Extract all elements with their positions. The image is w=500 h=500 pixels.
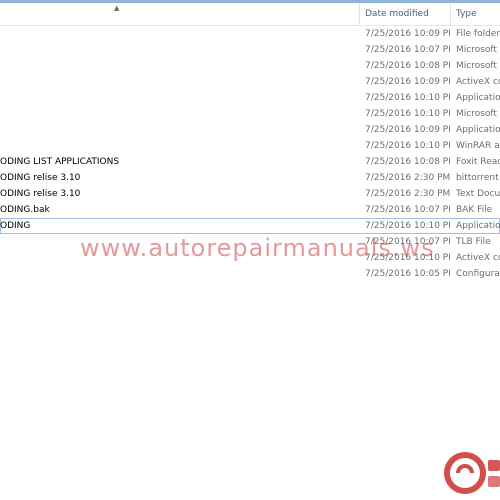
file-type: WinRAR arc xyxy=(456,141,500,151)
watermark-logo-icon xyxy=(444,452,500,494)
file-type: Microsoft A xyxy=(456,109,500,119)
file-name: ODING.bak xyxy=(0,205,50,215)
file-row[interactable]: ODING relise 3.10 7/25/2016 2:30 PM Text D… xyxy=(0,186,500,202)
file-type: Configuratio xyxy=(456,269,500,279)
file-type: Text Docum xyxy=(456,189,500,199)
file-type: ActiveX con xyxy=(456,77,500,87)
file-type: bittorrent U xyxy=(456,173,500,183)
file-type: Application xyxy=(456,93,500,103)
file-row[interactable]: ODING LIST APPLICATIONS 7/25/2016 10:08 P… xyxy=(0,154,500,170)
file-date-modified: 7/25/2016 10:09 PM xyxy=(365,125,450,135)
file-type: File folder xyxy=(456,29,500,39)
file-row[interactable]: 7/25/2016 10:05 PM Configuratio xyxy=(0,266,500,282)
file-row[interactable]: 7/25/2016 10:10 PM Microsoft A xyxy=(0,106,500,122)
file-date-modified: 7/25/2016 10:09 PM xyxy=(365,29,450,39)
file-type: Foxit Reade xyxy=(456,157,500,167)
file-type: BAK File xyxy=(456,205,493,215)
file-date-modified: 7/25/2016 10:05 PM xyxy=(365,269,450,279)
file-date-modified: 7/25/2016 10:07 PM xyxy=(365,205,450,215)
column-divider[interactable] xyxy=(450,3,451,25)
file-date-modified: 7/25/2016 10:10 PM xyxy=(365,221,450,231)
file-name: ODING relise 3.10 xyxy=(0,189,81,199)
file-row[interactable]: ODING 7/25/2016 10:10 PM Application xyxy=(0,218,500,234)
file-row[interactable]: 7/25/2016 10:09 PM File folder xyxy=(0,26,500,42)
file-row[interactable]: ODING.bak 7/25/2016 10:07 PM BAK File xyxy=(0,202,500,218)
file-type: Application xyxy=(456,125,500,135)
file-date-modified: 7/25/2016 10:10 PM xyxy=(365,141,450,151)
file-row[interactable]: ODING relise 3.10 7/25/2016 2:30 PM bittor… xyxy=(0,170,500,186)
watermark-text: www.autorepairmanuals.ws xyxy=(80,234,435,262)
column-header-bar: ▲ Date modified Type xyxy=(0,3,500,26)
file-row[interactable]: 7/25/2016 10:09 PM ActiveX con xyxy=(0,74,500,90)
file-name: ODING xyxy=(0,221,31,231)
file-type: TLB File xyxy=(456,237,491,247)
file-date-modified: 7/25/2016 10:10 PM xyxy=(365,109,450,119)
file-type: Application xyxy=(456,221,500,231)
file-date-modified: 7/25/2016 2:30 PM xyxy=(365,189,450,199)
file-row[interactable]: 7/25/2016 10:10 PM Application xyxy=(0,90,500,106)
file-row[interactable]: 7/25/2016 10:09 PM Application xyxy=(0,122,500,138)
file-date-modified: 7/25/2016 10:08 PM xyxy=(365,61,450,71)
sort-ascending-icon: ▲ xyxy=(114,4,120,12)
file-date-modified: 7/25/2016 10:09 PM xyxy=(365,77,450,87)
file-type: Microsoft A xyxy=(456,61,500,71)
file-name: ODING relise 3.10 xyxy=(0,173,81,183)
file-type: ActiveX con xyxy=(456,253,500,263)
file-row[interactable]: 7/25/2016 10:07 PM Microsoft A xyxy=(0,42,500,58)
column-header-type[interactable]: Type xyxy=(456,9,477,19)
file-date-modified: 7/25/2016 10:08 PM xyxy=(365,157,450,167)
file-date-modified: 7/25/2016 2:30 PM xyxy=(365,173,450,183)
file-row[interactable]: 7/25/2016 10:10 PM WinRAR arc xyxy=(0,138,500,154)
file-date-modified: 7/25/2016 10:07 PM xyxy=(365,45,450,55)
file-row[interactable]: 7/25/2016 10:08 PM Microsoft A xyxy=(0,58,500,74)
column-header-date-modified[interactable]: Date modified xyxy=(365,9,429,19)
column-divider[interactable] xyxy=(359,3,360,25)
file-name: ODING LIST APPLICATIONS xyxy=(0,157,120,167)
file-date-modified: 7/25/2016 10:10 PM xyxy=(365,93,450,103)
file-type: Microsoft A xyxy=(456,45,500,55)
